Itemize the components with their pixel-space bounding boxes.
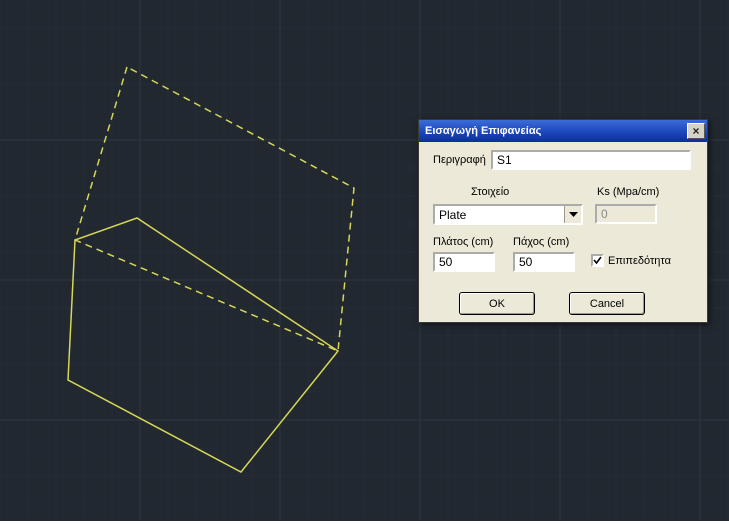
element-select[interactable]: Plate bbox=[433, 204, 583, 225]
dialog-body: Περιγραφή Στοιχείο Ks (Mpa/cm) Plate Πλά… bbox=[419, 142, 707, 322]
ok-button-label: OK bbox=[489, 298, 505, 310]
element-select-value: Plate bbox=[435, 206, 564, 223]
cancel-button-label: Cancel bbox=[590, 298, 624, 310]
dialog-titlebar[interactable]: Εισαγωγή Επιφανείας × bbox=[419, 120, 707, 142]
flatness-checkbox-group[interactable]: Επιπεδότητα bbox=[591, 254, 671, 267]
element-label: Στοιχείο bbox=[471, 186, 509, 198]
close-button[interactable]: × bbox=[687, 123, 705, 139]
ks-input bbox=[595, 204, 657, 224]
ks-label: Ks (Mpa/cm) bbox=[597, 186, 659, 198]
flatness-label: Επιπεδότητα bbox=[608, 255, 671, 267]
dropdown-button[interactable] bbox=[564, 206, 581, 223]
thickness-label: Πάχος (cm) bbox=[513, 236, 569, 248]
cancel-button[interactable]: Cancel bbox=[569, 292, 645, 315]
flatness-checkbox[interactable] bbox=[591, 254, 604, 267]
chevron-down-icon bbox=[569, 212, 578, 218]
description-input[interactable] bbox=[491, 150, 691, 170]
thickness-input[interactable] bbox=[513, 252, 575, 272]
close-icon: × bbox=[692, 124, 699, 138]
check-icon bbox=[593, 256, 602, 265]
width-label: Πλάτος (cm) bbox=[433, 236, 493, 248]
width-input[interactable] bbox=[433, 252, 495, 272]
ok-button[interactable]: OK bbox=[459, 292, 535, 315]
dialog-title: Εισαγωγή Επιφανείας bbox=[425, 125, 541, 137]
surface-solid bbox=[68, 218, 338, 472]
surface-insert-dialog: Εισαγωγή Επιφανείας × Περιγραφή Στοιχείο… bbox=[418, 119, 708, 323]
description-label: Περιγραφή bbox=[433, 154, 486, 166]
